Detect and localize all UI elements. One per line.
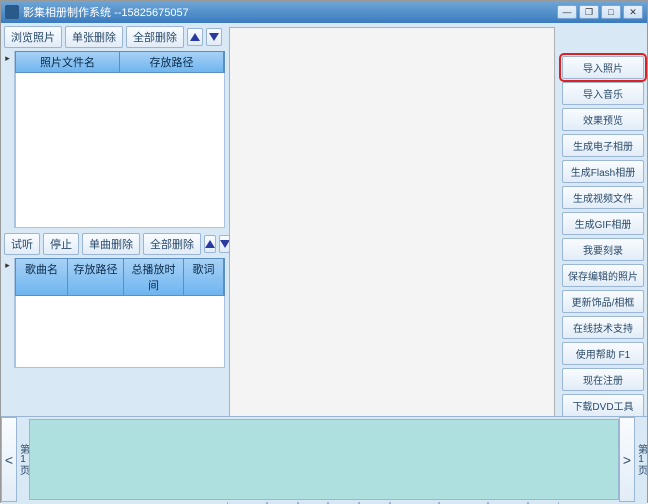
song-grid-body[interactable]	[15, 296, 225, 368]
app-icon	[5, 5, 19, 19]
photo-grid: 照片文件名 存放路径	[1, 51, 225, 228]
col-song-duration[interactable]: 总播放时间	[124, 259, 184, 295]
page-label-left: 第1页	[17, 417, 29, 502]
photo-up-button[interactable]	[187, 28, 203, 46]
page-label-right: 第1页	[635, 417, 647, 502]
download-dvd-button[interactable]: 下载DVD工具	[562, 394, 644, 417]
make-ealbum-button[interactable]: 生成电子相册	[562, 134, 644, 157]
song-grid-header: 歌曲名 存放路径 总播放时间 歌词	[15, 258, 225, 296]
delete-one-song-button[interactable]: 单曲删除	[82, 233, 140, 255]
online-support-button[interactable]: 在线技术支持	[562, 316, 644, 339]
photo-grid-header: 照片文件名 存放路径	[15, 51, 225, 73]
delete-all-songs-button[interactable]: 全部删除	[143, 233, 201, 255]
make-flash-button[interactable]: 生成Flash相册	[562, 160, 644, 183]
import-music-button[interactable]: 导入音乐	[562, 82, 644, 105]
song-up-button[interactable]	[204, 235, 216, 253]
make-video-button[interactable]: 生成视频文件	[562, 186, 644, 209]
col-photo-filename[interactable]: 照片文件名	[16, 52, 120, 72]
restore-button[interactable]: ❐	[579, 5, 599, 19]
chevron-up-icon	[190, 33, 200, 41]
title-bar: 影集相册制作系统 --15825675057 — ❐ □ ✕	[1, 1, 647, 23]
delete-all-photos-button[interactable]: 全部删除	[126, 26, 184, 48]
chevron-up-icon	[205, 240, 215, 248]
photo-down-button[interactable]	[206, 28, 222, 46]
song-toolbar: 试听 停止 单曲删除 全部删除	[1, 230, 225, 258]
col-photo-path[interactable]: 存放路径	[120, 52, 224, 72]
preview-effect-button[interactable]: 效果预览	[562, 108, 644, 131]
maximize-button[interactable]: □	[601, 5, 621, 19]
register-now-button[interactable]: 现在注册	[562, 368, 644, 391]
photo-grid-body[interactable]	[15, 73, 225, 228]
filmstrip[interactable]	[29, 419, 619, 500]
save-edited-button[interactable]: 保存编辑的照片	[562, 264, 644, 287]
row-marker	[1, 258, 15, 368]
stop-button[interactable]: 停止	[43, 233, 79, 255]
burn-button[interactable]: 我要刻录	[562, 238, 644, 261]
make-gif-button[interactable]: 生成GIF相册	[562, 212, 644, 235]
minimize-button[interactable]: —	[557, 5, 577, 19]
help-f1-button[interactable]: 使用帮助 F1	[562, 342, 644, 365]
update-assets-button[interactable]: 更新饰品/相框	[562, 290, 644, 313]
chevron-down-icon	[209, 33, 219, 41]
row-marker	[1, 51, 15, 228]
photo-toolbar: 浏览照片 单张删除 全部删除	[1, 23, 225, 51]
window-title: 影集相册制作系统 --15825675057	[23, 4, 557, 20]
window-buttons: — ❐ □ ✕	[557, 5, 643, 19]
col-song-name[interactable]: 歌曲名	[16, 259, 68, 295]
col-song-lyric[interactable]: 歌词	[184, 259, 224, 295]
import-photos-button[interactable]: 导入照片	[562, 56, 644, 79]
browse-photos-button[interactable]: 浏览照片	[4, 26, 62, 48]
try-play-button[interactable]: 试听	[4, 233, 40, 255]
col-song-path[interactable]: 存放路径	[68, 259, 124, 295]
delete-one-photo-button[interactable]: 单张删除	[65, 26, 123, 48]
preview-area[interactable]	[229, 27, 555, 433]
song-grid: 歌曲名 存放路径 总播放时间 歌词	[1, 258, 225, 368]
close-button[interactable]: ✕	[623, 5, 643, 19]
